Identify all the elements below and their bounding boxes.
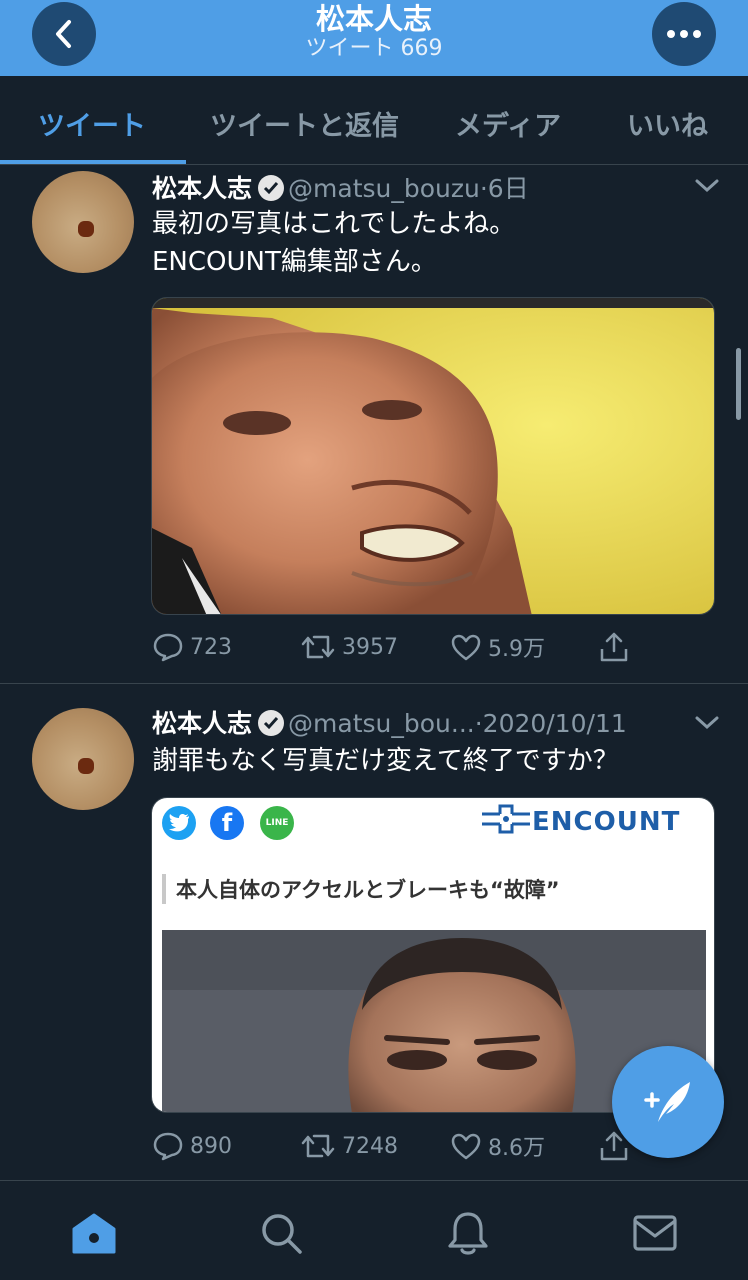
nav-notifications[interactable]	[444, 1209, 492, 1257]
tab-media[interactable]: メディア	[455, 104, 561, 143]
retweet-icon	[301, 635, 335, 659]
profile-tabs: ツイート ツイートと返信 メディア いいね	[0, 76, 748, 165]
reply-icon	[153, 1132, 183, 1161]
author-name[interactable]: 松本人志	[152, 174, 252, 203]
tab-likes[interactable]: いいね	[627, 104, 708, 143]
more-options-button[interactable]	[652, 2, 716, 66]
notifications-icon	[448, 1212, 488, 1255]
avatar[interactable]	[32, 171, 134, 273]
bottom-nav	[0, 1180, 748, 1280]
tweet-time[interactable]: 2020/10/11	[483, 709, 627, 738]
author-handle[interactable]: @matsu_bou...	[288, 709, 475, 738]
nav-home[interactable]	[70, 1209, 118, 1257]
like-count: 5.9万	[488, 637, 545, 662]
tweet-text: 最初の写真はこれでしたよね。 ENCOUNT編集部さん。	[152, 209, 516, 277]
retweet-count: 3957	[342, 634, 398, 660]
chevron-down-icon[interactable]	[694, 714, 720, 732]
heart-icon	[451, 1133, 481, 1160]
facebook-icon[interactable]: f	[210, 806, 244, 840]
nav-messages[interactable]	[631, 1209, 679, 1257]
tweet[interactable]: 松本人志 @matsu_bouzu·6日 最初の写真はこれでしたよね。 ENCOU…	[0, 165, 748, 683]
crosshair-icon	[482, 804, 530, 834]
reply-count: 723	[190, 634, 232, 660]
twitter-icon[interactable]	[162, 806, 196, 840]
search-icon	[262, 1214, 302, 1254]
line-icon[interactable]: LINE	[260, 806, 294, 840]
scrollbar[interactable]	[736, 348, 741, 420]
heart-icon	[451, 634, 481, 661]
separator: ·	[479, 174, 488, 203]
compose-tweet-button[interactable]	[612, 1046, 724, 1158]
separator: ·	[474, 709, 483, 738]
retweet-button[interactable]: 7248	[300, 1128, 398, 1164]
active-tab-indicator	[0, 160, 186, 164]
tweet-header: 松本人志 @matsu_bou...·2020/10/11	[152, 704, 627, 738]
author-handle[interactable]: @matsu_bouzu	[288, 174, 480, 203]
avatar[interactable]	[32, 708, 134, 810]
tweet-actions: 723 3957 5.9万	[0, 629, 748, 669]
compose-feather-icon	[644, 1082, 690, 1122]
tweet-header: 松本人志 @matsu_bouzu·6日	[152, 169, 529, 203]
photo-image	[152, 298, 714, 614]
reply-icon	[153, 633, 183, 662]
verified-badge-icon	[258, 175, 285, 201]
home-icon	[72, 1213, 116, 1254]
chevron-down-icon[interactable]	[694, 177, 720, 195]
like-button[interactable]: 8.6万	[450, 1128, 545, 1164]
tweet-count: ツイート 669	[305, 36, 443, 61]
tweet-photo[interactable]	[151, 297, 715, 615]
like-button[interactable]: 5.9万	[450, 629, 545, 665]
retweet-button[interactable]: 3957	[300, 629, 398, 665]
tab-tweets-and-replies[interactable]: ツイートと返信	[210, 104, 399, 143]
reply-count: 890	[190, 1133, 232, 1159]
retweet-icon	[301, 1134, 335, 1158]
article-headline: 本人自体のアクセルとブレーキも“故障”	[162, 874, 560, 904]
tab-tweets[interactable]: ツイート	[38, 104, 146, 143]
encount-logo: ENCOUNT	[480, 802, 680, 837]
retweet-count: 7248	[342, 1133, 398, 1159]
like-count: 8.6万	[488, 1136, 545, 1161]
author-name[interactable]: 松本人志	[152, 709, 252, 738]
verified-badge-icon	[258, 710, 285, 736]
share-icon	[600, 632, 628, 662]
messages-icon	[633, 1215, 677, 1251]
ellipsis-icon	[667, 30, 701, 38]
reply-button[interactable]: 723	[152, 629, 232, 665]
tweet-time[interactable]: 6日	[488, 174, 529, 203]
tweet-text: 謝罪もなく写真だけ変えて終了ですか？	[152, 746, 619, 776]
reply-button[interactable]: 890	[152, 1128, 232, 1164]
profile-header: 松本人志 ツイート 669	[0, 0, 748, 76]
share-button[interactable]	[598, 629, 636, 665]
nav-search[interactable]	[257, 1209, 305, 1257]
